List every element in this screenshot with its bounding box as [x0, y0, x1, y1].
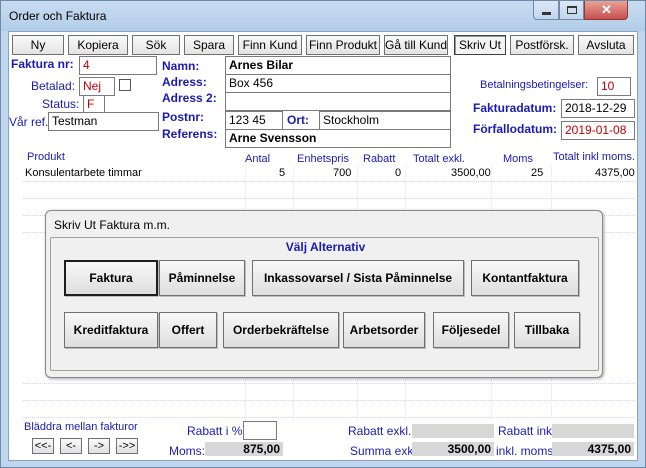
sum-excl-total: 3500,00 — [412, 442, 494, 456]
cell-discount: 0 — [395, 167, 402, 179]
discount-incl-total — [552, 424, 634, 438]
cash-invoice-button[interactable]: Kontantfaktura — [471, 260, 579, 296]
reference-field[interactable]: Arne Svensson — [225, 129, 451, 148]
first-invoice-button[interactable]: <<- — [32, 438, 54, 454]
print-dialog: Skriv Ut Faktura m.m. Välj Alternativ Fa… — [45, 210, 603, 378]
discount-pct-field[interactable] — [243, 421, 277, 440]
quote-button[interactable]: Offert — [159, 312, 217, 348]
table-row[interactable]: Konsulentarbete timmar 5 700 0 3500,00 2… — [23, 167, 635, 181]
due-date-label: Förfallodatum: — [473, 122, 557, 136]
order-confirmation-button[interactable]: Orderbekräftelse — [223, 312, 339, 348]
paid-label: Betalad: — [31, 79, 76, 93]
address2-label: Adress 2: — [162, 91, 217, 105]
col-header-discount: Rabatt — [363, 153, 396, 165]
name-label: Namn: — [162, 59, 200, 73]
client-area: Ny Kopiera Sök Spara Finn Kund Finn Prod… — [8, 31, 638, 461]
last-invoice-button[interactable]: ->> — [116, 438, 138, 454]
discount-excl-label: Rabatt exkl. — [348, 424, 412, 438]
discount-incl-label: Rabatt inkl. — [498, 424, 559, 438]
find-product-button[interactable]: Finn Produkt — [306, 35, 380, 55]
window-title: Order och Faktura — [9, 9, 107, 23]
cell-total-incl: 4375,00 — [595, 167, 635, 179]
our-ref-field[interactable]: Testman — [48, 112, 159, 131]
reminder-button[interactable]: Påminnelse — [159, 260, 245, 296]
maximize-icon — [567, 6, 577, 14]
due-date-field[interactable]: 2019-01-08 — [561, 121, 635, 140]
city-label: Ort: — [287, 113, 309, 127]
incl-vat-total: 4375,00 — [552, 442, 634, 456]
maximize-button[interactable] — [559, 1, 584, 20]
cell-total-excl: 3500,00 — [451, 167, 491, 179]
invoice-print-button[interactable]: Faktura — [64, 260, 158, 296]
invoice-number-field[interactable]: 4 — [79, 56, 157, 75]
minimize-icon — [542, 12, 551, 15]
payment-terms-field[interactable]: 10 — [597, 77, 631, 96]
next-invoice-button[interactable]: -> — [88, 438, 110, 454]
work-order-button[interactable]: Arbetsorder — [343, 312, 425, 348]
prev-invoice-button[interactable]: <- — [60, 438, 82, 454]
back-button[interactable]: Tillbaka — [514, 312, 580, 348]
paid-field[interactable]: Nej — [79, 77, 115, 96]
new-button[interactable]: Ny — [12, 35, 64, 55]
save-button[interactable]: Spara — [184, 35, 234, 55]
invoice-number-label: Faktura nr: — [11, 57, 74, 71]
print-button[interactable]: Skriv Ut — [454, 35, 506, 55]
payment-terms-label: Betalningsbetingelser: — [480, 79, 589, 91]
credit-invoice-button[interactable]: Kreditfaktura — [64, 312, 158, 348]
copy-button[interactable]: Kopiera — [68, 35, 128, 55]
options-group-title: Välj Alternativ — [285, 240, 366, 254]
browse-invoices-label: Bläddra mellan fakturor — [24, 421, 138, 433]
minimize-button[interactable] — [533, 1, 559, 20]
cell-quantity: 5 — [279, 167, 286, 179]
postal-code-label: Postnr: — [162, 110, 204, 124]
invoice-date-field[interactable]: 2018-12-29 — [561, 99, 635, 118]
exit-button[interactable]: Avsluta — [578, 35, 634, 55]
close-icon: ✕ — [601, 2, 612, 17]
sum-excl-label: Summa exkl. — [350, 444, 420, 458]
city-field[interactable]: Stockholm — [319, 111, 451, 130]
col-header-vat: Moms — [503, 153, 533, 165]
address-label: Adress: — [162, 75, 207, 89]
our-ref-label: Vår ref.: — [9, 115, 52, 129]
name-field[interactable]: Arnes Bilar — [225, 56, 451, 75]
col-header-product: Produkt — [27, 151, 65, 163]
postal-code-field[interactable]: 123 45 — [225, 111, 283, 130]
app-window: Order och Faktura ✕ Ny Kopiera Sök Spara… — [0, 0, 646, 468]
discount-excl-total — [412, 424, 494, 438]
close-button[interactable]: ✕ — [584, 1, 628, 20]
col-header-quantity: Antal — [245, 153, 271, 165]
delivery-note-button[interactable]: Följesedel — [433, 312, 509, 348]
vat-total: 875,00 — [205, 442, 283, 456]
reference-label: Referens: — [162, 127, 218, 141]
address2-field[interactable] — [225, 92, 451, 111]
col-header-total-excl: Totalt exkl. — [413, 153, 465, 165]
find-customer-button[interactable]: Finn Kund — [238, 35, 302, 55]
col-header-unit-price: Enhetspris — [297, 153, 349, 165]
paid-checkbox[interactable] — [119, 79, 131, 91]
options-group: Välj Alternativ Faktura Påminnelse Inkas… — [50, 237, 599, 371]
discount-pct-label: Rabatt i %: — [187, 424, 246, 438]
search-button[interactable]: Sök — [132, 35, 180, 55]
status-label: Status: — [42, 97, 80, 111]
address-field[interactable]: Box 456 — [225, 74, 451, 93]
goto-customer-button[interactable]: Gå till Kund — [384, 35, 448, 55]
invoice-date-label: Fakturadatum: — [473, 101, 557, 115]
cell-product: Konsulentarbete timmar — [25, 167, 142, 179]
col-header-total-incl: Totalt inkl moms. — [553, 151, 635, 163]
collection-notice-button[interactable]: Inkassovarsel / Sista Påminnelse — [252, 260, 464, 296]
title-bar: Order och Faktura ✕ — [1, 1, 645, 31]
cell-vat: 25 — [531, 167, 544, 179]
print-dialog-title: Skriv Ut Faktura m.m. — [54, 218, 171, 232]
vat-label: Moms: — [169, 444, 205, 458]
incl-vat-label: inkl. moms: — [496, 444, 557, 458]
cell-unit-price: 700 — [333, 167, 352, 179]
postal-button[interactable]: Postförsk. — [510, 35, 574, 55]
